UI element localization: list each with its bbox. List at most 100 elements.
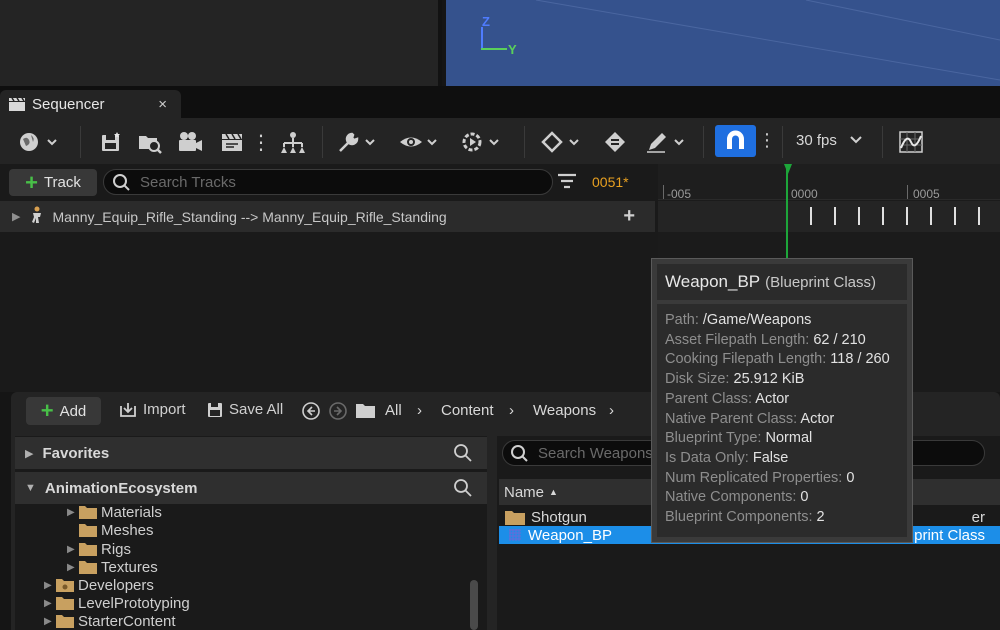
expand-arrow-icon[interactable]: ▶ — [25, 447, 33, 460]
hierarchy-icon[interactable] — [278, 128, 308, 156]
curve-editor-icon[interactable] — [898, 128, 924, 156]
folder-icon — [505, 510, 525, 525]
camera-icon[interactable] — [176, 128, 204, 156]
ruler-tick — [663, 185, 664, 199]
key-frame-tick[interactable] — [834, 207, 836, 225]
tab-label: Sequencer — [32, 95, 105, 113]
key-frame-tick[interactable] — [906, 207, 908, 225]
tooltip-value: 0 — [800, 489, 809, 505]
folder-icon — [56, 579, 74, 592]
ruler-label: -005 — [667, 187, 692, 201]
search-icon[interactable] — [453, 443, 473, 463]
expand-arrow-icon[interactable]: ▶ — [67, 507, 79, 518]
collapse-arrow-icon[interactable]: ▼ — [25, 482, 36, 494]
tree-item-rigs[interactable]: ▶ Rigs — [67, 540, 131, 558]
tooltip-value: 0 — [846, 470, 855, 486]
eye-icon[interactable] — [398, 128, 442, 156]
tree-item-label: Materials — [101, 503, 162, 521]
breadcrumb-chevron-icon[interactable]: › — [609, 402, 614, 419]
tree-scrollbar[interactable] — [470, 580, 478, 630]
tree-item-textures[interactable]: ▶ Textures — [67, 558, 158, 576]
project-section[interactable]: ▼ AnimationEcosystem — [15, 472, 487, 504]
expand-arrow-icon[interactable]: ▶ — [67, 544, 79, 555]
breadcrumb-chevron-icon[interactable]: › — [417, 402, 422, 419]
expand-arrow-icon[interactable]: ▶ — [44, 580, 56, 591]
tree-item-meshes[interactable]: Meshes — [67, 521, 154, 539]
toolbar-separator — [322, 126, 323, 158]
timeline-track-lane — [658, 201, 1000, 232]
tree-item-label: Textures — [101, 558, 158, 576]
add-track-button[interactable]: + Track — [9, 169, 97, 196]
tooltip-key: Is Data Only: — [665, 450, 749, 466]
brush-edit-icon[interactable] — [645, 128, 689, 156]
search-tracks-input[interactable]: Search Tracks — [103, 169, 553, 195]
expand-arrow-icon[interactable]: ▶ — [44, 598, 56, 609]
close-icon[interactable]: × — [158, 96, 167, 113]
back-icon[interactable] — [301, 401, 321, 424]
tooltip-asset-name: Weapon_BP — [665, 272, 761, 291]
snap-toggle-button[interactable] — [715, 125, 756, 157]
key-diamond-icon[interactable] — [540, 128, 584, 156]
key-frame-tick[interactable] — [978, 207, 980, 225]
current-frame[interactable]: 0051* — [592, 174, 629, 190]
axis-y-line — [481, 48, 507, 50]
level-viewport[interactable] — [446, 0, 1000, 86]
tree-item-developers[interactable]: ▶ Developers — [44, 576, 154, 594]
snap-options-icon[interactable]: ⋮ — [758, 128, 776, 156]
key-frame-tick[interactable] — [930, 207, 932, 225]
key-frame-tick[interactable] — [810, 207, 812, 225]
breadcrumb-weapons[interactable]: Weapons — [533, 402, 596, 419]
tooltip-row: Num Replicated Properties: 0 — [665, 470, 854, 486]
tooltip-value: 118 / 260 — [830, 351, 890, 367]
axis-z-label: Z — [482, 14, 490, 29]
column-name[interactable]: Name — [504, 484, 544, 501]
toolbar-separator — [524, 126, 525, 158]
playhead[interactable] — [786, 164, 788, 259]
playhead-handle[interactable] — [784, 164, 792, 174]
search-tracks-placeholder: Search Tracks — [140, 173, 236, 191]
key-frame-tick[interactable] — [882, 207, 884, 225]
plus-icon: + — [25, 169, 38, 195]
top-left-panel — [0, 0, 442, 86]
breadcrumb-content[interactable]: Content — [441, 402, 494, 419]
import-button[interactable]: Import — [119, 401, 186, 418]
tree-item-materials[interactable]: ▶ Materials — [67, 503, 162, 521]
key-tag-icon[interactable] — [603, 128, 627, 156]
key-frame-tick[interactable] — [858, 207, 860, 225]
browse-sequence-icon[interactable] — [136, 128, 164, 156]
filter-icon[interactable] — [556, 172, 578, 195]
save-all-button[interactable]: Save All — [207, 401, 283, 418]
world-settings-icon[interactable] — [18, 128, 62, 156]
forward-icon[interactable] — [328, 401, 348, 424]
add-subtrack-icon[interactable]: + — [623, 205, 635, 228]
favorites-section[interactable]: ▶ Favorites — [15, 437, 487, 469]
more-options-icon[interactable]: ⋮ — [251, 128, 271, 156]
tooltip-value: Actor — [800, 411, 835, 427]
wrench-tools-icon[interactable] — [336, 128, 380, 156]
tab-sequencer[interactable]: Sequencer × — [0, 90, 181, 118]
expand-arrow-icon[interactable]: ▶ — [12, 210, 20, 223]
tree-item-levelprototyping[interactable]: ▶ LevelPrototyping — [44, 594, 190, 612]
sort-ascending-icon[interactable]: ▲ — [549, 487, 558, 497]
tree-item-startercontent[interactable]: ▶ StarterContent — [44, 612, 176, 630]
plus-icon: + — [40, 398, 54, 423]
breadcrumb-all[interactable]: All — [385, 402, 402, 419]
clapper-render-icon[interactable] — [218, 128, 246, 156]
tooltip-row: Cooking Filepath Length: 118 / 260 — [665, 351, 890, 367]
key-frame-tick[interactable] — [954, 207, 956, 225]
search-icon[interactable] — [453, 478, 473, 498]
breadcrumb-chevron-icon[interactable]: › — [509, 402, 514, 419]
save-sequence-icon[interactable] — [98, 128, 124, 156]
playback-settings-icon[interactable] — [460, 128, 504, 156]
axis-z-line — [481, 27, 483, 49]
tooltip-row: Disk Size: 25.912 KiB — [665, 371, 804, 387]
expand-arrow-icon[interactable]: ▶ — [67, 562, 79, 573]
folder-icon — [56, 597, 74, 610]
time-ruler[interactable] — [658, 164, 1000, 200]
tooltip-row: Native Components: 0 — [665, 489, 808, 505]
expand-arrow-icon[interactable]: ▶ — [44, 616, 56, 627]
frame-rate-dropdown[interactable]: 30 fps — [796, 132, 863, 149]
track-row[interactable]: ▶ Manny_Equip_Rifle_Standing --> Manny_E… — [0, 201, 655, 232]
add-button[interactable]: + Add — [26, 397, 101, 425]
tooltip-value: 2 — [816, 509, 825, 525]
